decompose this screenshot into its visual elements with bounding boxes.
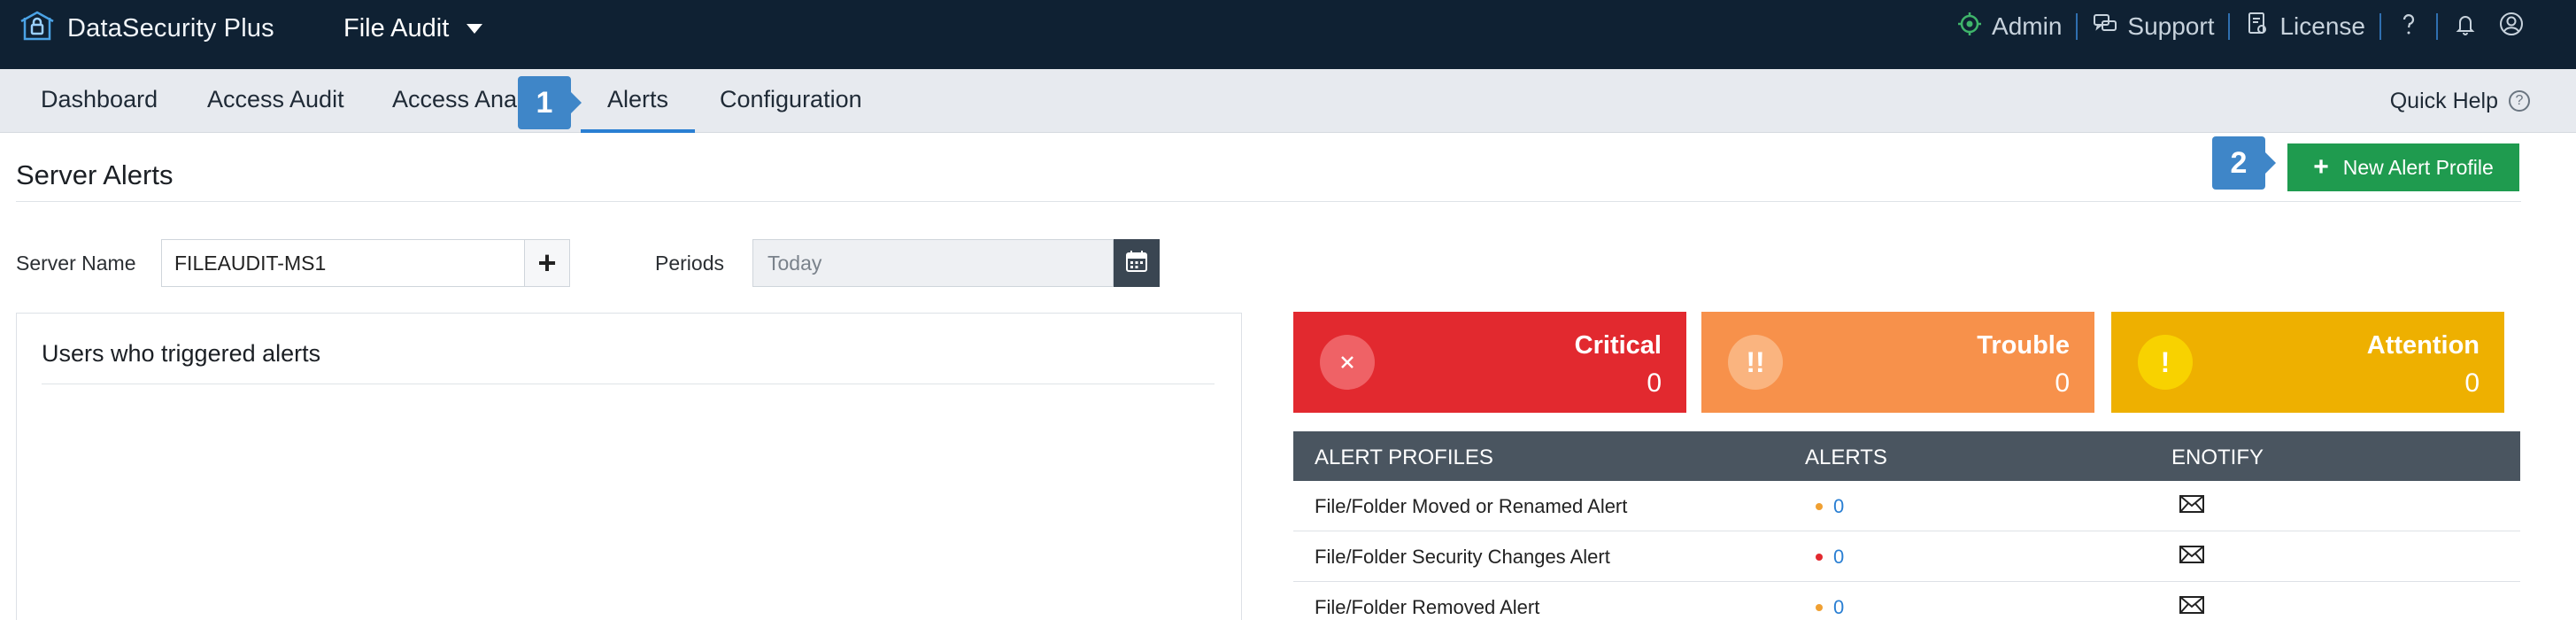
help-icon	[2395, 11, 2422, 43]
periods-field[interactable]: Today	[752, 239, 1114, 287]
notifications-button[interactable]	[2452, 11, 2479, 43]
alert-profile-name[interactable]: File/Folder Moved or Renamed Alert	[1315, 495, 1627, 518]
admin-link[interactable]: Admin	[1956, 11, 2062, 43]
main-nav: Dashboard Access Audit Access Analysis A…	[0, 69, 2576, 133]
brand-logo-icon	[19, 9, 55, 49]
alert-profile-name[interactable]: File/Folder Security Changes Alert	[1315, 546, 1610, 569]
support-label: Support	[2127, 12, 2215, 40]
column-header-profiles[interactable]: ALERT PROFILES	[1315, 446, 1493, 470]
user-menu[interactable]	[2498, 11, 2525, 43]
add-server-button[interactable]: +	[524, 239, 570, 287]
envelope-icon[interactable]	[2179, 594, 2205, 620]
table-row[interactable]: File/Folder Removed Alert 0	[1293, 582, 2520, 620]
double-exclamation-icon: !!	[1728, 335, 1783, 390]
critical-card[interactable]: Critical 0	[1293, 312, 1686, 413]
column-header-enotify[interactable]: ENOTIFY	[2171, 446, 2264, 470]
severity-dot-icon	[1816, 554, 1823, 561]
callout-badge-1: 1	[518, 76, 582, 129]
divider	[16, 201, 2521, 202]
critical-count: 0	[1647, 368, 1662, 398]
attention-card[interactable]: ! Attention 0	[2111, 312, 2504, 413]
brand-name: DataSecurity Plus	[67, 13, 274, 43]
column-header-alerts[interactable]: ALERTS	[1805, 446, 1887, 470]
severity-dot-icon	[1816, 604, 1823, 611]
callout-badge-2: 2	[2212, 136, 2276, 190]
admin-label: Admin	[1992, 12, 2063, 40]
license-icon	[2244, 11, 2279, 43]
new-alert-profile-button[interactable]: + New Alert Profile	[2287, 143, 2519, 191]
periods-label: Periods	[655, 252, 724, 275]
envelope-icon[interactable]	[2179, 493, 2205, 520]
alert-count-cell: 0	[1816, 495, 1844, 518]
plus-icon: +	[2313, 152, 2329, 182]
top-actions: Admin Support License	[1956, 9, 2525, 44]
exclamation-icon: !	[2138, 335, 2193, 390]
table-row[interactable]: File/Folder Security Changes Alert 0	[1293, 531, 2520, 582]
alert-count-link[interactable]: 0	[1833, 596, 1844, 619]
tab-access-analysis[interactable]: Access Analysis	[392, 69, 521, 133]
tab-alerts[interactable]: Alerts	[581, 69, 696, 133]
tab-dashboard[interactable]: Dashboard	[41, 69, 158, 133]
page-title: Server Alerts	[16, 159, 174, 190]
question-circle-icon: ?	[2509, 90, 2530, 112]
caret-down-icon	[467, 23, 483, 34]
trouble-card[interactable]: !! Trouble 0	[1701, 312, 2094, 413]
support-link[interactable]: Support	[2092, 11, 2214, 43]
trouble-count: 0	[2055, 368, 2070, 398]
brand[interactable]: DataSecurity Plus	[19, 11, 274, 46]
critical-label: Critical	[1574, 331, 1662, 360]
alert-profile-name[interactable]: File/Folder Removed Alert	[1315, 596, 1539, 619]
bell-icon	[2452, 11, 2479, 43]
envelope-icon[interactable]	[2179, 544, 2205, 570]
help-button[interactable]	[2395, 11, 2422, 43]
tab-access-audit[interactable]: Access Audit	[207, 69, 344, 133]
trouble-label: Trouble	[1977, 331, 2070, 360]
top-bar: DataSecurity Plus File Audit Admin Suppo…	[0, 0, 2576, 69]
alert-profiles-table: ALERT PROFILES ALERTS ENOTIFY File/Folde…	[1293, 431, 2520, 620]
alert-count-cell: 0	[1816, 546, 1844, 569]
license-label: License	[2279, 12, 2365, 40]
attention-label: Attention	[2366, 331, 2480, 360]
divider	[2076, 13, 2079, 40]
users-triggered-alerts-panel: Users who triggered alerts	[16, 313, 1242, 620]
quick-help-label: Quick Help	[2389, 88, 2498, 113]
divider	[2379, 13, 2381, 40]
table-header: ALERT PROFILES ALERTS ENOTIFY	[1293, 431, 2520, 481]
module-name: File Audit	[343, 13, 450, 43]
user-icon	[2498, 11, 2525, 43]
plus-icon: +	[537, 244, 557, 281]
admin-icon	[1956, 11, 1992, 43]
new-alert-profile-label: New Alert Profile	[2342, 155, 2494, 179]
attention-count: 0	[2464, 368, 2480, 398]
module-switcher[interactable]: File Audit	[343, 11, 483, 46]
license-link[interactable]: License	[2244, 11, 2365, 43]
panel-title: Users who triggered alerts	[42, 340, 321, 367]
calendar-icon	[1124, 249, 1149, 278]
calendar-button[interactable]	[1114, 239, 1160, 287]
close-circle-icon	[1320, 335, 1375, 390]
alert-count-link[interactable]: 0	[1833, 546, 1844, 569]
alert-count-link[interactable]: 0	[1833, 495, 1844, 518]
server-name-field[interactable]: FILEAUDIT-MS1	[161, 239, 524, 287]
alert-count-cell: 0	[1816, 596, 1844, 619]
server-name-label: Server Name	[16, 252, 136, 275]
divider	[2436, 13, 2438, 40]
divider	[2228, 13, 2231, 40]
table-row[interactable]: File/Folder Moved or Renamed Alert 0	[1293, 481, 2520, 531]
support-icon	[2092, 11, 2127, 43]
severity-dot-icon	[1816, 503, 1823, 510]
quick-help-link[interactable]: Quick Help ?	[2390, 69, 2530, 133]
tab-configuration[interactable]: Configuration	[720, 69, 862, 133]
